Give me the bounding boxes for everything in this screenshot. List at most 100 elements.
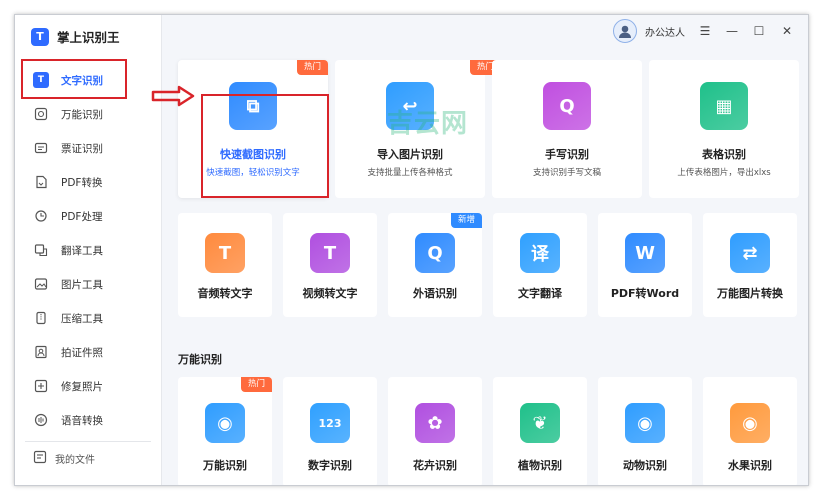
tool-card-title: 音频转文字 [197, 287, 253, 300]
sidebar-item-9[interactable]: 修复照片 [15, 369, 162, 403]
universal-card-title: 万能识别 [203, 459, 247, 472]
sidebar-item-label: PDF转换 [61, 176, 103, 189]
scan-icon [33, 106, 49, 122]
tool-card-title: 万能图片转换 [717, 287, 783, 300]
sidebar-item-my-files[interactable]: 我的文件 [33, 450, 95, 467]
sidebar-item-5[interactable]: 翻译工具 [15, 233, 162, 267]
top-bar: 办公达人 ☰ — ☐ ✕ [163, 15, 808, 51]
universal-card-5[interactable]: ◉ 水果识别 [703, 377, 797, 485]
top-feature-icon: Q [543, 82, 591, 130]
id-photo-icon [33, 344, 49, 360]
file-icon [33, 450, 47, 467]
app-logo: T 掌上识别王 [31, 27, 120, 46]
image-icon [33, 276, 49, 292]
top-card-title: 导入图片识别 [377, 148, 443, 161]
repair-icon [33, 378, 49, 394]
tool-feature-icon: Q [415, 233, 455, 273]
sidebar-item-3[interactable]: PDF转换 [15, 165, 162, 199]
universal-feature-icon: ◉ [730, 403, 770, 443]
universal-card-title: 花卉识别 [413, 459, 457, 472]
universal-card-title: 植物识别 [518, 459, 562, 472]
sidebar-item-label: 万能识别 [61, 108, 103, 121]
badge-hot: 热门 [296, 60, 328, 75]
universal-card-0[interactable]: ◉ 万能识别 热门 [178, 377, 272, 485]
universal-card-2[interactable]: ✿ 花卉识别 [388, 377, 482, 485]
sidebar-item-label: 我的文件 [55, 455, 95, 466]
top-card-3[interactable]: ▦ 表格识别上传表格图片，导出xlxs [649, 60, 799, 198]
sidebar-item-label: 拍证件照 [61, 346, 103, 359]
sidebar-item-label: 语音转换 [61, 414, 103, 427]
tool-feature-icon: ⇄ [730, 233, 770, 273]
universal-card-title: 动物识别 [623, 459, 667, 472]
tool-feature-icon: 译 [520, 233, 560, 273]
top-card-subtitle: 支持识别手写文稿 [532, 168, 601, 178]
tool-card-2[interactable]: Q 外语识别 新增 [388, 213, 482, 317]
tool-card-0[interactable]: T 音频转文字 [178, 213, 272, 317]
app-window: T 掌上识别王 T 文字识别 万能识别 票证识别 PDF转换 PDF处理 翻译工具 图片工具压… [14, 14, 809, 486]
sidebar-item-label: 修复照片 [61, 380, 103, 393]
tool-card-title: 文字翻译 [518, 287, 562, 300]
pdf-convert-icon [33, 174, 49, 190]
sidebar-nav: T 文字识别 万能识别 票证识别 PDF转换 PDF处理 翻译工具 图片工具 压缩工具 拍证件照修… [15, 63, 162, 437]
tool-card-title: PDF转Word [610, 287, 680, 300]
universal-card-title: 水果识别 [728, 459, 772, 472]
sidebar-item-label: 图片工具 [61, 278, 103, 291]
sidebar-divider [25, 441, 151, 442]
universal-feature-icon: ◉ [205, 403, 245, 443]
top-card-title: 表格识别 [702, 148, 746, 161]
badge-hot: 热门 [240, 377, 272, 392]
top-feature-icon: ▦ [700, 82, 748, 130]
watermark: 吉云网 [387, 109, 469, 139]
pdf-process-icon [33, 208, 49, 224]
close-icon[interactable]: ✕ [779, 23, 795, 39]
tool-card-5[interactable]: ⇄ 万能图片转换 [703, 213, 797, 317]
tool-card-1[interactable]: T 视频转文字 [283, 213, 377, 317]
minimize-icon[interactable]: — [724, 23, 740, 39]
app-logo-icon: T [31, 27, 49, 46]
badge-new: 新增 [450, 213, 482, 228]
tool-card-title: 视频转文字 [302, 287, 358, 300]
avatar[interactable] [613, 19, 637, 43]
menu-icon[interactable]: ☰ [697, 23, 713, 39]
ticket-icon [33, 140, 49, 156]
app-title: 掌上识别王 [57, 30, 120, 45]
highlight-box-card [201, 94, 329, 198]
tool-feature-icon: T [310, 233, 350, 273]
universal-card-3[interactable]: ❦ 植物识别 [493, 377, 587, 485]
tool-card-4[interactable]: W PDF转Word [598, 213, 692, 317]
sidebar-item-6[interactable]: 图片工具 [15, 267, 162, 301]
universal-feature-icon: ✿ [415, 403, 455, 443]
tool-feature-icon: W [625, 233, 665, 273]
sidebar-item-8[interactable]: 拍证件照 [15, 335, 162, 369]
universal-feature-icon: 123 [310, 403, 350, 443]
universal-card-4[interactable]: ◉ 动物识别 [598, 377, 692, 485]
tool-feature-icon: T [205, 233, 245, 273]
top-card-title: 手写识别 [545, 148, 589, 161]
tool-card-title: 外语识别 [413, 287, 457, 300]
tool-card-3[interactable]: 译文字翻译 [493, 213, 587, 317]
right-arrow-icon [151, 85, 195, 107]
user-profile[interactable]: 办公达人 [613, 19, 685, 43]
top-card-subtitle: 上传表格图片，导出xlxs [677, 168, 771, 178]
user-name: 办公达人 [645, 27, 685, 39]
compress-icon [33, 310, 49, 326]
sidebar-item-label: 翻译工具 [61, 244, 103, 257]
sidebar-item-label: PDF处理 [61, 210, 103, 223]
translate-icon [33, 242, 49, 258]
voice-icon [33, 412, 49, 428]
sidebar-item-4[interactable]: PDF处理 [15, 199, 162, 233]
sidebar-item-label: 票证识别 [61, 142, 103, 155]
sidebar-item-1[interactable]: 万能识别 [15, 97, 162, 131]
section-title-universal: 万能识别 [178, 353, 222, 366]
sidebar-item-2[interactable]: 票证识别 [15, 131, 162, 165]
sidebar-item-10[interactable]: 语音转换 [15, 403, 162, 437]
top-card-2[interactable]: Q 手写识别支持识别手写文稿 [492, 60, 642, 198]
universal-feature-icon: ◉ [625, 403, 665, 443]
sidebar-item-7[interactable]: 压缩工具 [15, 301, 162, 335]
maximize-icon[interactable]: ☐ [751, 23, 767, 39]
universal-card-1[interactable]: 123 数字识别 [283, 377, 377, 485]
top-card-subtitle: 支持批量上传各种格式 [367, 168, 453, 178]
universal-card-title: 数字识别 [308, 459, 352, 472]
sidebar-item-label: 压缩工具 [61, 312, 103, 325]
highlight-box-nav [21, 59, 127, 99]
